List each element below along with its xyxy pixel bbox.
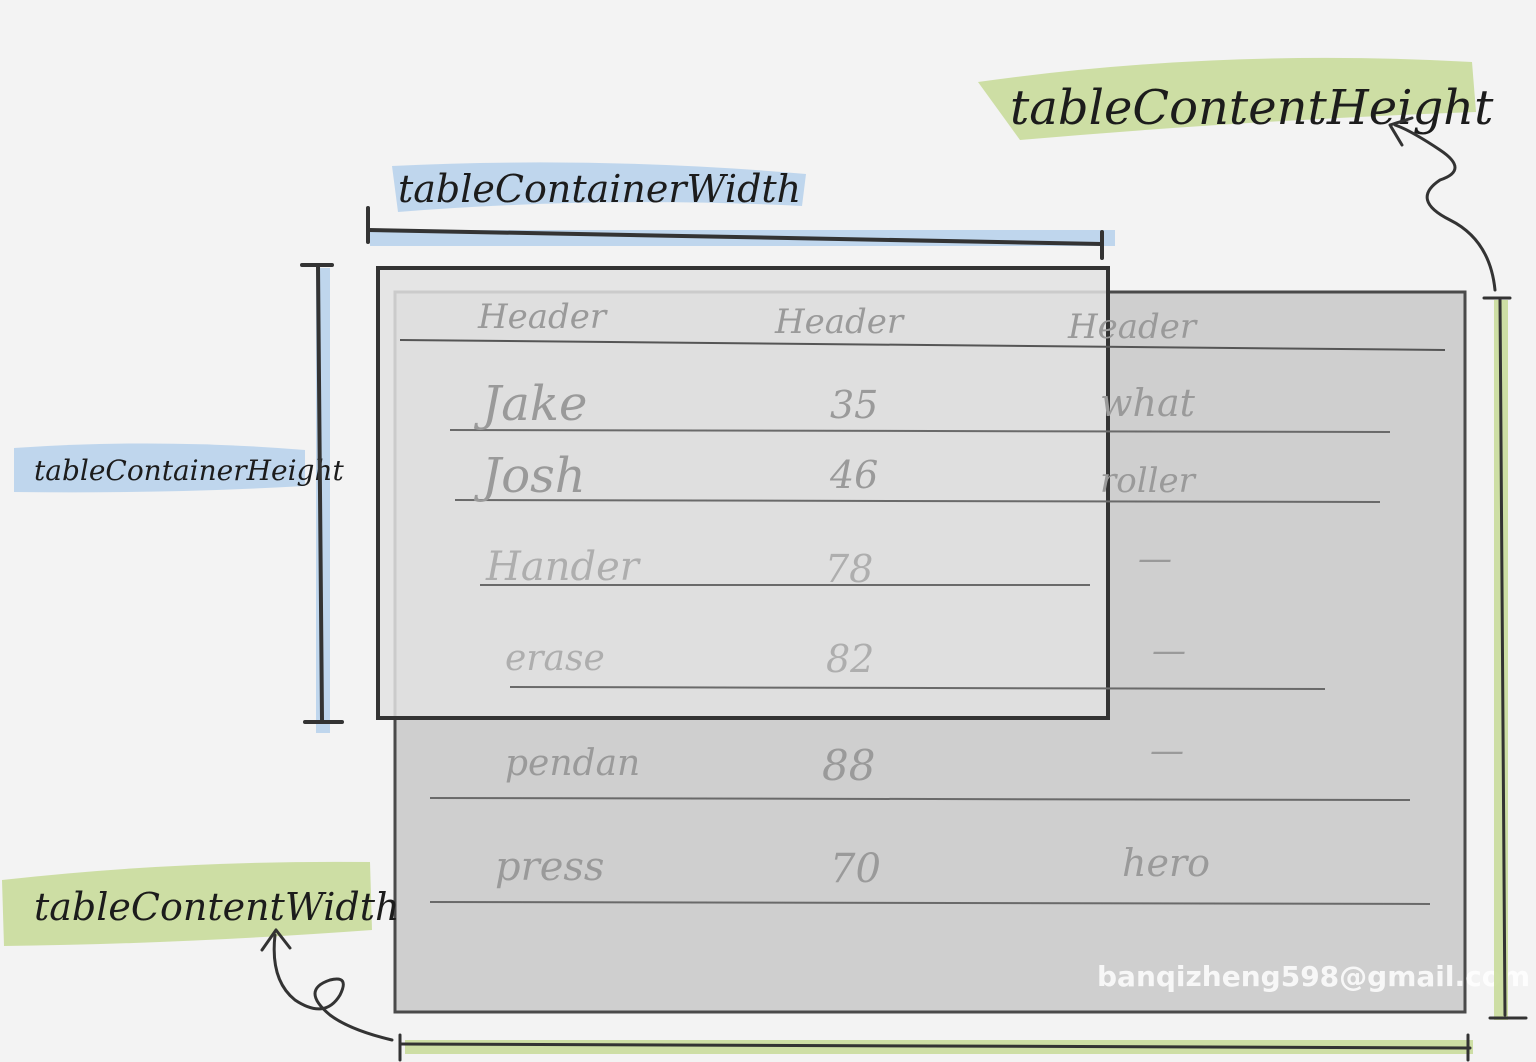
cell-note: — [1150, 731, 1184, 771]
cell-note: — [1138, 539, 1172, 579]
cell-name: pendan [505, 743, 640, 784]
cell-note: what [1100, 381, 1196, 425]
cell-number: 78 [825, 547, 873, 591]
cell-name: press [495, 844, 604, 890]
container-width-label: tableContainerWidth [398, 167, 801, 211]
cell-number: 82 [826, 637, 874, 681]
cell-number: 35 [830, 383, 878, 427]
header-cell-3: Header [1067, 307, 1198, 347]
cell-note: hero [1122, 841, 1210, 885]
cell-number: 46 [829, 453, 878, 497]
cell-name: Jake [473, 376, 587, 432]
cell-name: Josh [473, 448, 586, 504]
table-size-diagram: Header Header Header Jake 35 what Josh 4… [2, 57, 1530, 1062]
cell-note: — [1152, 631, 1186, 671]
cell-number: 70 [830, 846, 881, 892]
cell-note: roller [1100, 461, 1197, 501]
content-width-label: tableContentWidth [34, 885, 399, 929]
cell-name: erase [505, 638, 605, 679]
cell-number: 88 [822, 741, 875, 790]
watermark-text: banqizheng598@gmail.com [1097, 960, 1530, 993]
header-cell-1: Header [477, 297, 608, 337]
cell-name: Hander [485, 544, 642, 590]
curly-arrow [272, 933, 394, 1042]
header-cell-2: Header [774, 302, 905, 342]
curly-arrow [1393, 123, 1497, 292]
container-height-label: tableContainerHeight [34, 454, 344, 487]
content-height-label: tableContentHeight [1010, 80, 1494, 136]
